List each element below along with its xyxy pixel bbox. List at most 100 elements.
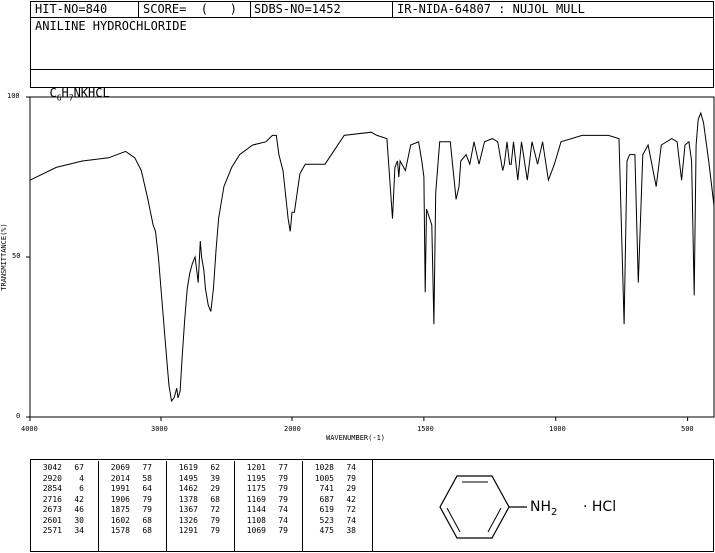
peak-transmittance: 62: [210, 463, 220, 472]
peak-wavenumber: 1462: [178, 484, 198, 493]
peak-row: 1495 39: [170, 474, 222, 485]
peak-row: 1195 79: [238, 474, 290, 485]
y-tick-50: 50: [12, 252, 21, 260]
peak-transmittance: 29: [210, 484, 220, 493]
peak-wavenumber: 3042: [42, 463, 62, 472]
peak-wavenumber: 1291: [178, 526, 198, 535]
peak-row: 2014 58: [102, 474, 154, 485]
peak-wavenumber: 1169: [246, 494, 266, 504]
peak-col-divider: [98, 461, 99, 551]
ir-nida-info: IR-NIDA-64807 : NUJOL MULL: [397, 2, 585, 16]
peak-col-divider: [234, 461, 235, 551]
peak-wavenumber: 2014: [110, 473, 130, 483]
peak-transmittance: 79: [278, 473, 288, 483]
peak-wavenumber: 1906: [110, 494, 130, 504]
peak-row: 475 38: [306, 526, 358, 537]
peak-row: 2673 46: [34, 505, 86, 516]
peak-wavenumber: 1378: [178, 494, 198, 504]
peak-transmittance: 64: [142, 484, 152, 493]
peak-wavenumber: 2920: [42, 473, 62, 483]
peak-row: 1169 79: [238, 495, 290, 506]
peak-transmittance: 46: [74, 505, 84, 514]
header-divider: [250, 1, 251, 18]
peak-transmittance: 29: [346, 484, 356, 493]
peak-transmittance: 77: [142, 463, 152, 472]
peak-wavenumber: 1028: [314, 463, 334, 472]
peak-row: 1175 79: [238, 484, 290, 495]
hit-number: HIT-NO=840: [35, 2, 108, 16]
peak-wavenumber: 1326: [178, 515, 198, 525]
peak-row: 1991 64: [102, 484, 154, 495]
peak-row: 1875 79: [102, 505, 154, 516]
peak-wavenumber: 1195: [246, 473, 266, 483]
peak-column: 2069 77 2014 58 1991 64 1906 79 1875 79 1602 68 1578…: [102, 463, 154, 537]
benzene-ring-structure: [439, 475, 527, 539]
peak-column: 3042 67 2920 4 2854 6 2716 42 2673 46 2601 30 2571 34: [34, 463, 86, 537]
peak-row: 1108 74: [238, 516, 290, 527]
peak-transmittance: 79: [142, 505, 152, 514]
peak-wavenumber: 1175: [246, 484, 266, 493]
peak-transmittance: 79: [210, 515, 220, 525]
peak-transmittance: 79: [210, 526, 220, 535]
peak-row: 1144 74: [238, 505, 290, 516]
peak-transmittance: 68: [142, 526, 152, 535]
peak-transmittance: 79: [278, 494, 288, 504]
x-tick-2000: 2000: [284, 425, 301, 433]
peak-row: 2920 4: [34, 474, 86, 485]
peak-wavenumber: 1201: [246, 463, 266, 472]
peak-transmittance: 67: [74, 463, 84, 472]
x-tick-1500: 1500: [417, 425, 434, 433]
peak-wavenumber: 1367: [178, 505, 198, 514]
peak-row: 1378 68: [170, 495, 222, 506]
peak-wavenumber: 2069: [110, 463, 130, 472]
peak-wavenumber: 475: [319, 526, 334, 535]
peak-wavenumber: 523: [319, 515, 334, 525]
sdbs-number: SDBS-NO=1452: [254, 2, 341, 16]
x-tick-1000: 1000: [549, 425, 566, 433]
peak-row: 1906 79: [102, 495, 154, 506]
y-axis-label: TRANSMITTANCE(%): [0, 223, 8, 291]
peak-wavenumber: 1602: [110, 515, 130, 525]
peak-row: 523 74: [306, 516, 358, 527]
peak-row: 1367 72: [170, 505, 222, 516]
peak-wavenumber: 2716: [42, 494, 62, 504]
hcl-salt-label: · HCl: [583, 499, 617, 515]
peak-row: 1462 29: [170, 484, 222, 495]
peak-wavenumber: 741: [319, 484, 334, 493]
peak-row: 1028 74: [306, 463, 358, 474]
peak-column: 1028 74 1005 79 741 29 687 42 619 72 523 74 475 38: [306, 463, 358, 537]
peak-transmittance: 68: [210, 494, 220, 504]
spectrum-line: [29, 111, 715, 403]
peak-transmittance: 74: [346, 515, 356, 525]
peak-row: 2601 30: [34, 516, 86, 527]
peak-row: 1069 79: [238, 526, 290, 537]
peak-wavenumber: 687: [319, 494, 334, 504]
peak-row: 2571 34: [34, 526, 86, 537]
peak-transmittance: 4: [79, 473, 84, 483]
peak-wavenumber: 1991: [110, 484, 130, 493]
peak-transmittance: 74: [278, 515, 288, 525]
peak-transmittance: 38: [346, 526, 356, 535]
peak-transmittance: 34: [74, 526, 84, 535]
peak-wavenumber: 1578: [110, 526, 130, 535]
peak-row: 2069 77: [102, 463, 154, 474]
x-tick-4000: 4000: [21, 425, 38, 433]
y-tick-0: 0: [16, 412, 21, 420]
peak-wavenumber: 1144: [246, 505, 266, 514]
peak-row: 1578 68: [102, 526, 154, 537]
peak-transmittance: 68: [142, 515, 152, 525]
x-tick-500: 500: [681, 425, 694, 433]
peak-transmittance: 30: [74, 515, 84, 525]
peak-transmittance: 42: [74, 494, 84, 504]
peak-wavenumber: 2854: [42, 484, 62, 493]
peak-wavenumber: 2601: [42, 515, 62, 525]
formula-divider: [30, 69, 714, 70]
peak-row: 1326 79: [170, 516, 222, 527]
amine-group-label: NH2: [530, 499, 558, 518]
peak-row: 687 42: [306, 495, 358, 506]
peak-row: 741 29: [306, 484, 358, 495]
header-row: [30, 1, 714, 18]
peak-wavenumber: 2673: [42, 505, 62, 514]
x-tick-3000: 3000: [151, 425, 168, 433]
peak-row: 2716 42: [34, 495, 86, 506]
